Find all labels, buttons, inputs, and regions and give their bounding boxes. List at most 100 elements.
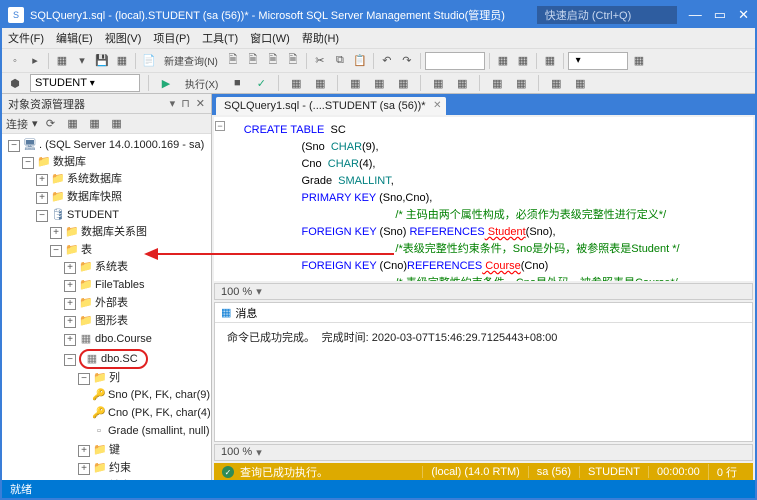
tpl4-icon[interactable]: 🗎 bbox=[284, 52, 302, 70]
result-grid-icon[interactable]: ▦ bbox=[346, 74, 364, 92]
scale-combo[interactable]: ▾ bbox=[568, 52, 628, 70]
restore-icon[interactable]: ▭ bbox=[714, 7, 726, 23]
panel-title: 对象资源管理器 bbox=[8, 96, 85, 112]
tree-graphtables[interactable]: 图形表 bbox=[95, 315, 128, 327]
execute-icon[interactable]: ▶ bbox=[157, 74, 175, 92]
plan-icon[interactable]: ▦ bbox=[287, 74, 305, 92]
tree-constraints[interactable]: 约束 bbox=[109, 462, 131, 474]
plan2-icon[interactable]: ▦ bbox=[311, 74, 329, 92]
messages-panel: ▦ 消息 命令已成功完成。 完成时间: 2020-03-07T15:46:29.… bbox=[214, 302, 753, 441]
forward-icon[interactable]: ▸ bbox=[26, 52, 44, 70]
connect-label[interactable]: 连接 bbox=[6, 116, 28, 132]
uncomment-icon[interactable]: ▦ bbox=[453, 74, 471, 92]
menu-project[interactable]: 项目(P) bbox=[153, 30, 190, 46]
paste-icon[interactable]: 📋 bbox=[351, 52, 369, 70]
menu-file[interactable]: 文件(F) bbox=[8, 30, 44, 46]
tree-col-cno[interactable]: Cno (PK, FK, char(4), not null) bbox=[108, 407, 211, 419]
tab-close-icon[interactable]: ✕ bbox=[433, 100, 441, 111]
tree-student-db[interactable]: STUDENT bbox=[67, 209, 119, 221]
tree-filetables[interactable]: FileTables bbox=[95, 279, 145, 291]
menu-window[interactable]: 窗口(W) bbox=[250, 30, 290, 46]
message-icon: ▦ bbox=[221, 306, 231, 319]
tree-systables[interactable]: 系统表 bbox=[95, 261, 128, 273]
undo-icon[interactable]: ↶ bbox=[378, 52, 396, 70]
zoom-bar-bottom[interactable]: 100 %▾ bbox=[214, 444, 753, 461]
db-icon[interactable]: ⬢ bbox=[6, 74, 24, 92]
open-icon[interactable]: ▾ bbox=[73, 52, 91, 70]
indent-icon[interactable]: ▦ bbox=[488, 74, 506, 92]
menu-tools[interactable]: 工具(T) bbox=[202, 30, 238, 46]
tpl1-icon[interactable]: 🗎 bbox=[224, 52, 242, 70]
back-icon[interactable]: ◦ bbox=[6, 52, 24, 70]
tree-col-grade[interactable]: Grade (smallint, null) bbox=[108, 425, 209, 437]
tree-columns[interactable]: 列 bbox=[109, 372, 120, 384]
template-icon[interactable]: ▦ bbox=[514, 52, 532, 70]
tpl3-icon[interactable]: 🗎 bbox=[264, 52, 282, 70]
save-all-icon[interactable]: ▦ bbox=[113, 52, 131, 70]
dropdown-icon[interactable]: ▾ bbox=[170, 97, 176, 110]
tree-tbl-sc[interactable]: dbo.SC bbox=[101, 353, 138, 365]
new-query-icon[interactable]: 📄 bbox=[140, 52, 158, 70]
tree-server[interactable]: . (SQL Server 14.0.1000.169 - sa) bbox=[39, 139, 204, 151]
dec-icon[interactable]: ▦ bbox=[571, 74, 589, 92]
tree-sysdb[interactable]: 系统数据库 bbox=[67, 173, 122, 185]
oe-sync-icon[interactable]: ▦ bbox=[108, 115, 126, 133]
close-panel-icon[interactable]: ✕ bbox=[196, 97, 205, 110]
ready-label: 就绪 bbox=[10, 481, 32, 497]
menu-help[interactable]: 帮助(H) bbox=[302, 30, 339, 46]
pin-icon[interactable]: ⊓ bbox=[181, 97, 190, 110]
tab-sqlquery1[interactable]: SQLQuery1.sql - (....STUDENT (sa (56))* … bbox=[216, 97, 446, 115]
comment-icon[interactable]: ▦ bbox=[429, 74, 447, 92]
tree-databases[interactable]: 数据库 bbox=[53, 156, 86, 168]
tree-snapshots[interactable]: 数据库快照 bbox=[67, 191, 122, 203]
new-query-button[interactable]: 新建查询(N) bbox=[160, 53, 222, 68]
execute-button[interactable]: 执行(X) bbox=[181, 76, 222, 91]
status-ok-icon: ✓ bbox=[222, 466, 234, 478]
menu-view[interactable]: 视图(V) bbox=[105, 30, 142, 46]
new-icon[interactable]: ▦ bbox=[53, 52, 71, 70]
quick-launch-input[interactable]: 快速启动 (Ctrl+Q) bbox=[537, 6, 677, 24]
toolbar-query: ⬢ STUDENT ▾ ▶ 执行(X) ■ ✓ ▦ ▦ ▦ ▦ ▦ ▦ ▦ ▦ … bbox=[2, 72, 755, 94]
document-tabs: SQLQuery1.sql - (....STUDENT (sa (56))* … bbox=[212, 94, 755, 115]
messages-tab[interactable]: ▦ 消息 bbox=[215, 303, 752, 323]
menu-edit[interactable]: 编辑(E) bbox=[56, 30, 93, 46]
redo-icon[interactable]: ↷ bbox=[398, 52, 416, 70]
result-text-icon[interactable]: ▦ bbox=[370, 74, 388, 92]
result-file-icon[interactable]: ▦ bbox=[394, 74, 412, 92]
parse-icon[interactable]: ✓ bbox=[252, 74, 270, 92]
editor-area: SQLQuery1.sql - (....STUDENT (sa (56))* … bbox=[212, 94, 755, 482]
copy-icon[interactable]: ⧉ bbox=[331, 52, 349, 70]
sql-editor[interactable]: − CREATE TABLE SC (Sno CHAR(9), Cno CHAR… bbox=[214, 117, 753, 281]
tree-diagrams[interactable]: 数据库关系图 bbox=[81, 226, 147, 238]
tree-keys[interactable]: 键 bbox=[109, 444, 120, 456]
outdent-icon[interactable]: ▦ bbox=[512, 74, 530, 92]
tpl2-icon[interactable]: 🗎 bbox=[244, 52, 262, 70]
collapse-icon[interactable]: − bbox=[215, 121, 225, 131]
activity-icon[interactable]: ▦ bbox=[541, 52, 559, 70]
zoom-bar-top[interactable]: 100 %▾ bbox=[214, 283, 753, 300]
app-statusbar: 就绪 bbox=[2, 480, 755, 498]
close-icon[interactable]: ✕ bbox=[738, 7, 749, 23]
oe-stop-icon[interactable]: ▦ bbox=[86, 115, 104, 133]
status-duration: 00:00:00 bbox=[648, 466, 708, 478]
save-icon[interactable]: 💾 bbox=[93, 52, 111, 70]
main-area: 对象资源管理器 ▾ ⊓ ✕ 连接 ▾ ⟳ ▦ ▦ ▦ −🖥. (SQL Serve… bbox=[2, 94, 755, 482]
inc-icon[interactable]: ▦ bbox=[547, 74, 565, 92]
database-combo[interactable]: STUDENT ▾ bbox=[30, 74, 140, 92]
oe-filter-icon[interactable]: ▦ bbox=[64, 115, 82, 133]
status-db: STUDENT bbox=[579, 466, 648, 478]
solution-combo[interactable] bbox=[425, 52, 485, 70]
tree-tbl-course[interactable]: dbo.Course bbox=[95, 333, 152, 345]
tree-exttables[interactable]: 外部表 bbox=[95, 297, 128, 309]
tree-tables[interactable]: 表 bbox=[81, 244, 92, 256]
tree-col-sno[interactable]: Sno (PK, FK, char(9), not null) bbox=[108, 389, 211, 401]
cancel-icon[interactable]: ■ bbox=[228, 74, 246, 92]
cut-icon[interactable]: ✂ bbox=[311, 52, 329, 70]
minimize-icon[interactable]: — bbox=[689, 7, 702, 23]
object-explorer-header: 对象资源管理器 ▾ ⊓ ✕ bbox=[2, 94, 211, 114]
settings-icon[interactable]: ▦ bbox=[630, 52, 648, 70]
status-server: (local) (14.0 RTM) bbox=[422, 466, 527, 478]
object-tree[interactable]: −🖥. (SQL Server 14.0.1000.169 - sa) −📁数据… bbox=[2, 134, 211, 482]
oe-refresh-icon[interactable]: ⟳ bbox=[42, 115, 60, 133]
registered-icon[interactable]: ▦ bbox=[494, 52, 512, 70]
